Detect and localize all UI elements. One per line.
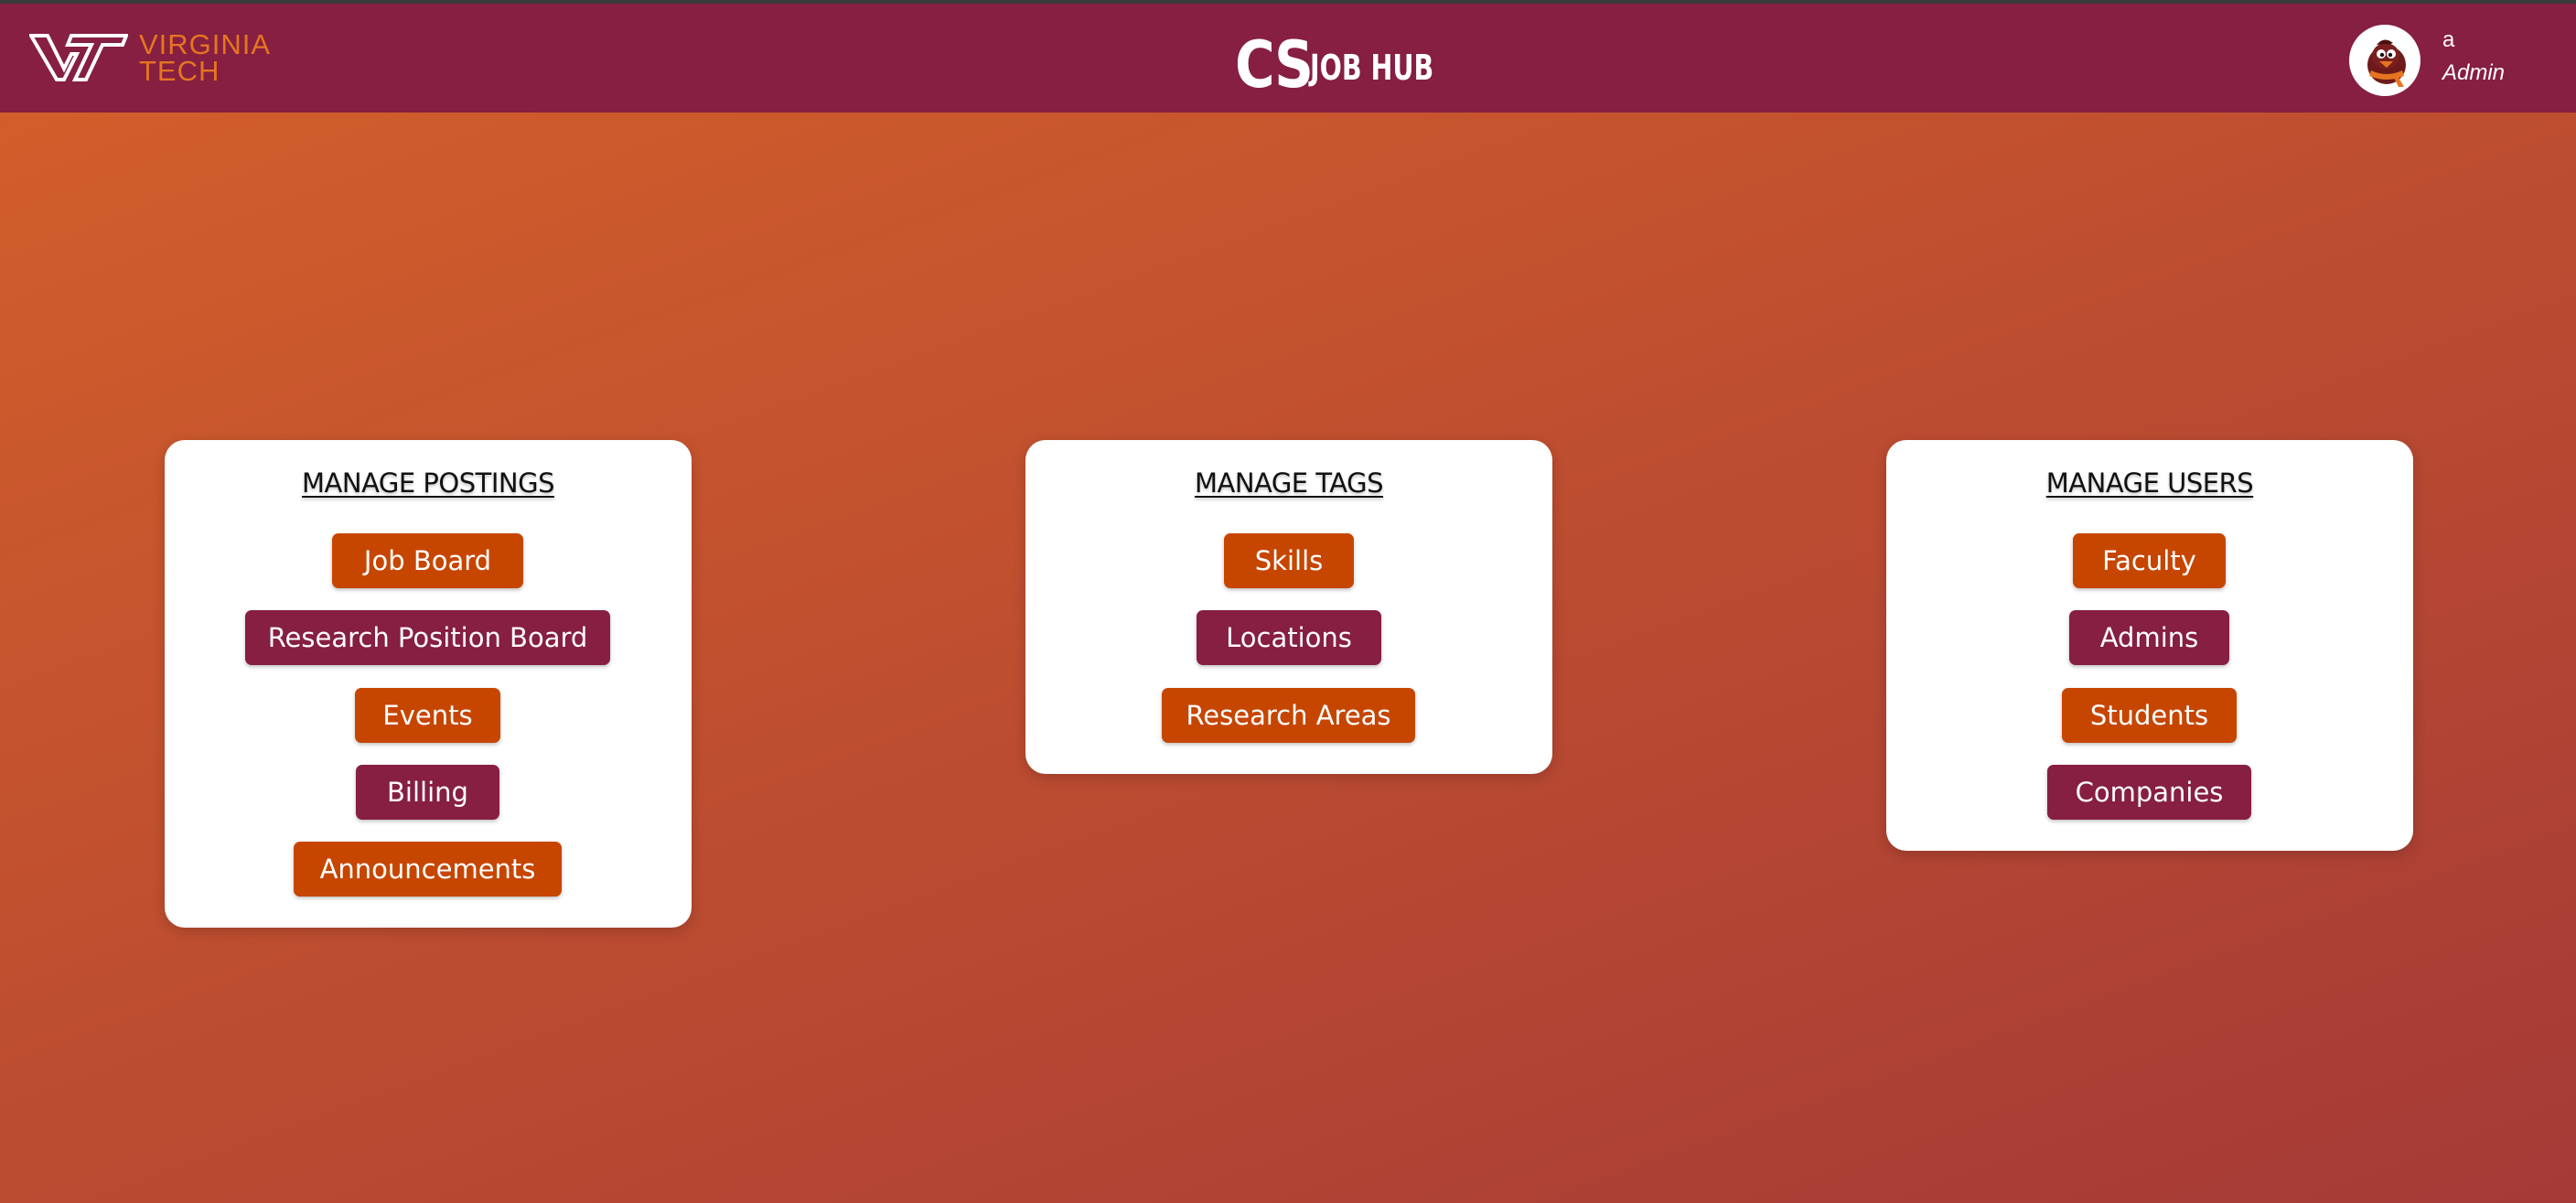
- faculty-button[interactable]: Faculty: [2073, 533, 2226, 588]
- manage-users-card: MANAGE USERS Faculty Admins Students Com…: [1886, 440, 2413, 851]
- research-position-board-button[interactable]: Research Position Board: [245, 610, 610, 665]
- logo-line-virginia: VIRGINIA: [139, 28, 272, 60]
- brand-cs: CS: [1235, 27, 1314, 102]
- user-name: a: [2442, 27, 2455, 52]
- vt-logo-icon[interactable]: [29, 28, 128, 83]
- logo-line-tech: TECH: [139, 55, 220, 87]
- locations-button[interactable]: Locations: [1197, 610, 1381, 665]
- manage-users-title: MANAGE USERS: [2045, 467, 2254, 499]
- user-role: Admin: [2442, 60, 2506, 85]
- manage-postings-title: MANAGE POSTINGS: [302, 467, 554, 499]
- manage-postings-card: MANAGE POSTINGS Job Board Research Posit…: [165, 440, 692, 928]
- brand-job-hub: JOB HUB: [1310, 48, 1434, 88]
- app-brand[interactable]: CS JOB HUB: [1235, 20, 1475, 99]
- hokiebird-avatar-icon: [2367, 39, 2406, 87]
- events-button[interactable]: Events: [355, 688, 500, 743]
- manage-tags-card: MANAGE TAGS Skills Locations Research Ar…: [1025, 440, 1552, 774]
- skills-button[interactable]: Skills: [1224, 533, 1354, 588]
- companies-button[interactable]: Companies: [2047, 765, 2251, 820]
- vt-wordmark[interactable]: VIRGINIA TECH: [139, 28, 272, 87]
- admins-button[interactable]: Admins: [2069, 610, 2229, 665]
- avatar[interactable]: [2349, 25, 2420, 96]
- job-board-button[interactable]: Job Board: [332, 533, 523, 588]
- manage-tags-title: MANAGE TAGS: [1194, 467, 1384, 499]
- billing-button[interactable]: Billing: [356, 765, 499, 820]
- app-header: VIRGINIA TECH CS JOB HUB a Admin: [0, 4, 2576, 113]
- research-areas-button[interactable]: Research Areas: [1162, 688, 1415, 743]
- announcements-button[interactable]: Announcements: [294, 842, 562, 897]
- students-button[interactable]: Students: [2062, 688, 2237, 743]
